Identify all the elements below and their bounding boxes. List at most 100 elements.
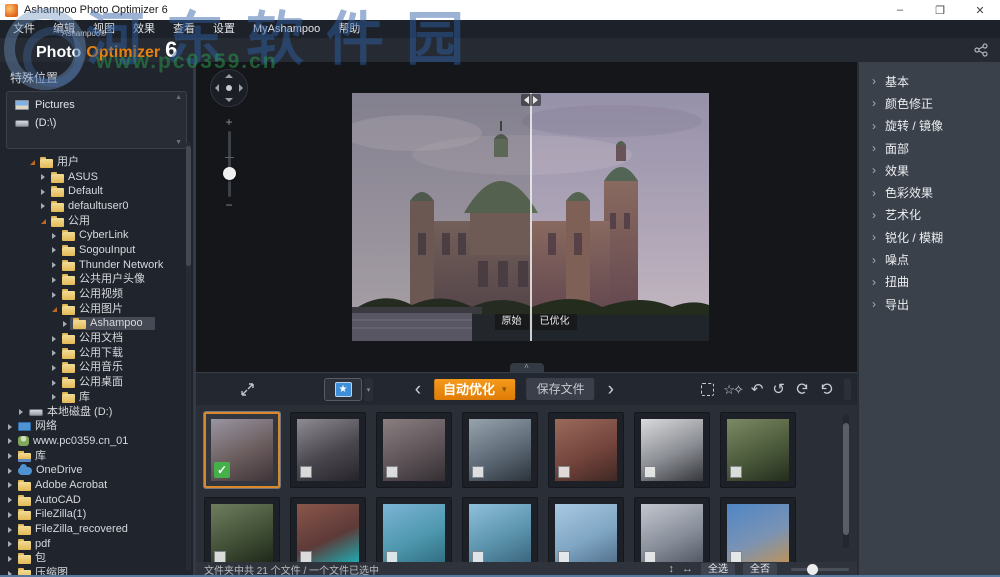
auto-optimize-button[interactable]: 自动优化 ▾ (434, 379, 516, 400)
pan-up-icon[interactable] (225, 74, 233, 78)
thumbnail-size-slider[interactable] (791, 568, 849, 571)
tree-item[interactable]: SogouInput (0, 243, 193, 258)
tree-item-body[interactable]: 公用下载 (59, 347, 126, 360)
tree-item[interactable]: 库 (0, 449, 193, 464)
tree-collapsed-arrow-icon[interactable] (5, 453, 15, 459)
thumbnail-birdhouse-tree[interactable] (720, 412, 796, 488)
panel-section[interactable]: ›面部 (859, 137, 1000, 159)
tree-item[interactable]: ASUS (0, 170, 193, 185)
tree-item-body[interactable]: Default (48, 185, 106, 198)
zoom-slider-thumb[interactable] (223, 167, 236, 180)
thumbnail-lighthouse[interactable] (548, 497, 624, 562)
thumbnail-coastline[interactable] (462, 497, 538, 562)
tree-item-body[interactable]: 公用视频 (59, 288, 126, 301)
panel-section[interactable]: ›艺术化 (859, 204, 1000, 226)
panel-section[interactable]: ›旋转 / 镜像 (859, 115, 1000, 137)
resize-horizontal-icon[interactable]: ↔ (682, 564, 693, 575)
tree-item-body[interactable]: 库 (59, 391, 93, 404)
tree-item[interactable]: pdf (0, 537, 193, 552)
pan-control[interactable] (210, 69, 248, 107)
share-icon[interactable] (974, 43, 988, 57)
tree-item[interactable]: 公用 (0, 214, 193, 229)
tree-collapsed-arrow-icon[interactable] (5, 556, 15, 562)
save-file-button[interactable]: 保存文件 (527, 378, 595, 400)
tree-collapsed-arrow-icon[interactable] (49, 277, 59, 283)
tree-item[interactable]: Ashampoo (0, 317, 193, 332)
zoom-out-icon[interactable]: − (220, 200, 238, 210)
checkbox[interactable] (644, 551, 656, 562)
checkbox[interactable] (644, 466, 656, 478)
checkbox[interactable] (386, 466, 398, 478)
tree-collapsed-arrow-icon[interactable] (5, 424, 15, 430)
pan-left-icon[interactable] (215, 84, 219, 92)
tree-item[interactable]: 公用视频 (0, 287, 193, 302)
tree-item-body[interactable]: SogouInput (59, 244, 138, 257)
rotate-left-90-icon[interactable] (794, 382, 810, 396)
tree-collapsed-arrow-icon[interactable] (5, 468, 15, 474)
menu-item[interactable]: 设置 (204, 20, 244, 38)
checkbox[interactable] (472, 466, 484, 478)
tree-item[interactable]: Adobe Acrobat (0, 478, 193, 493)
panel-section[interactable]: ›导出 (859, 293, 1000, 315)
thumbnail-sea-cave[interactable] (290, 497, 366, 562)
tree-collapsed-arrow-icon[interactable] (49, 394, 59, 400)
tree-collapsed-arrow-icon[interactable] (49, 350, 59, 356)
tree-item[interactable]: 公用图片 (0, 302, 193, 317)
panel-section[interactable]: ›色彩效果 (859, 181, 1000, 203)
crop-select-icon[interactable] (701, 383, 714, 396)
tree-item[interactable]: 库 (0, 390, 193, 405)
preview-splitter-grip[interactable]: ˄ (510, 363, 544, 372)
tree-collapsed-arrow-icon[interactable] (38, 189, 48, 195)
minimize-button[interactable]: – (880, 0, 920, 20)
tree-collapsed-arrow-icon[interactable] (49, 247, 59, 253)
tree-item-body[interactable]: 公用桌面 (59, 376, 126, 389)
panel-section[interactable]: ›噪点 (859, 248, 1000, 270)
previous-image-button[interactable]: ‹ (413, 380, 423, 399)
special-location-item[interactable]: (D:\) (7, 114, 186, 132)
tree-collapsed-arrow-icon[interactable] (49, 233, 59, 239)
thumbnail-city-skyline[interactable] (634, 412, 710, 488)
tree-collapsed-arrow-icon[interactable] (60, 321, 70, 327)
zoom-in-icon[interactable]: + (220, 116, 238, 128)
compare-view[interactable]: 原始 已优化 (352, 93, 709, 341)
thumbnail-harbor-town[interactable] (376, 497, 452, 562)
tree-item-body[interactable]: 包 (15, 552, 49, 565)
checkbox[interactable] (214, 551, 226, 562)
tree-collapsed-arrow-icon[interactable] (5, 438, 15, 444)
tree-collapsed-arrow-icon[interactable] (49, 292, 59, 298)
tree-item-body[interactable]: OneDrive (15, 464, 85, 477)
tree-item[interactable]: 公用桌面 (0, 375, 193, 390)
tree-expanded-arrow-icon[interactable] (27, 160, 37, 165)
thumbnail-golden-dome-sky[interactable] (720, 497, 796, 562)
tree-item[interactable]: FileZilla(1) (0, 508, 193, 523)
checkbox[interactable] (730, 466, 742, 478)
tree-item-body[interactable]: Thunder Network (59, 259, 166, 272)
checked-badge-icon[interactable]: ✓ (214, 462, 230, 478)
effect-preview-button[interactable]: ★ (324, 378, 362, 401)
resize-vertical-icon[interactable]: ↕ (669, 564, 675, 575)
tree-collapsed-arrow-icon[interactable] (5, 512, 15, 518)
tree-item-body[interactable]: 公用 (48, 215, 93, 228)
checkbox[interactable] (300, 466, 312, 478)
tree-item[interactable]: OneDrive (0, 463, 193, 478)
tree-item-body[interactable]: 公用文档 (59, 332, 126, 345)
tree-item-body[interactable]: 公用图片 (59, 303, 126, 316)
tree-item[interactable]: 网络 (0, 419, 193, 434)
thumbnail-ferris-wheel[interactable] (634, 497, 710, 562)
tree-item-body[interactable]: AutoCAD (15, 494, 84, 507)
tree-item[interactable]: FileZilla_recovered (0, 522, 193, 537)
tree-item[interactable]: 公用下载 (0, 346, 193, 361)
tree-item-body[interactable]: FileZilla(1) (15, 508, 89, 521)
thumbnail-machinery-wheel[interactable] (376, 412, 452, 488)
pan-center-icon[interactable] (226, 85, 232, 91)
tree-item[interactable]: 公用音乐 (0, 361, 193, 376)
thumbnail-scrollbar[interactable] (843, 415, 849, 548)
tree-collapsed-arrow-icon[interactable] (5, 497, 15, 503)
panel-section[interactable]: ›颜色修正 (859, 92, 1000, 114)
checkbox[interactable] (730, 551, 742, 562)
thumbnail-panda[interactable] (204, 497, 280, 562)
tree-item[interactable]: 包 (0, 552, 193, 567)
auto-optimize-caret-icon[interactable]: ▾ (502, 385, 507, 394)
reset-icon[interactable]: ↺ (772, 382, 785, 397)
select-all-button[interactable]: 全选 (701, 563, 735, 577)
